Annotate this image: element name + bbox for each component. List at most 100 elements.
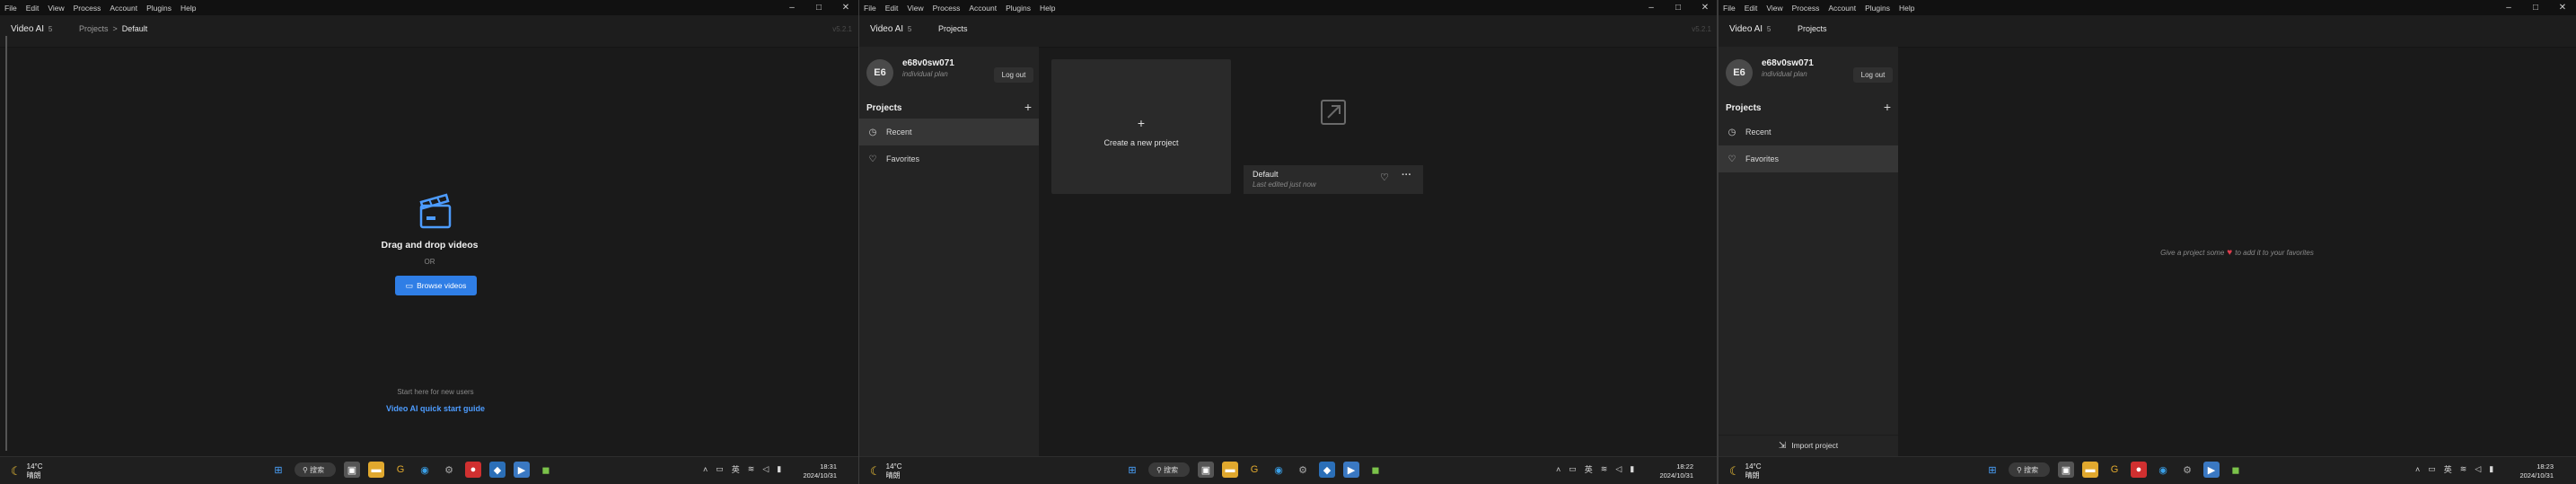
project-thumbnail[interactable] <box>1244 59 1423 165</box>
input-icon[interactable]: 英 <box>1585 463 1593 475</box>
video-ai-icon[interactable]: ▶ <box>2203 462 2220 478</box>
input-icon[interactable]: 英 <box>732 463 740 475</box>
battery-icon[interactable]: ▮ <box>2489 464 2493 474</box>
import-project-button[interactable]: ⇲ Import project <box>1719 435 1898 455</box>
menu-file[interactable]: File <box>1719 4 1740 13</box>
minimize-button[interactable]: – <box>1638 0 1665 15</box>
edge-icon[interactable]: ◉ <box>1270 462 1287 478</box>
weather-widget[interactable]: ☾ 14°C 晴朗 <box>1729 462 1762 480</box>
avatar[interactable]: E6 <box>1726 59 1753 86</box>
add-project-icon[interactable]: + <box>1024 101 1032 113</box>
browse-videos-button[interactable]: ▭ Browse videos <box>395 276 477 295</box>
menu-help[interactable]: Help <box>1035 4 1059 13</box>
app-g-icon[interactable]: G <box>1246 462 1262 478</box>
menu-file[interactable]: File <box>0 4 22 13</box>
task-view-icon[interactable]: ▣ <box>344 462 360 478</box>
menu-account[interactable]: Account <box>105 4 142 13</box>
menu-process[interactable]: Process <box>1788 4 1824 13</box>
maximize-button[interactable]: □ <box>2522 0 2549 15</box>
project-name[interactable]: Default <box>1253 170 1279 179</box>
close-button[interactable]: ✕ <box>2549 0 2576 15</box>
menu-edit[interactable]: Edit <box>22 4 44 13</box>
menu-plugins[interactable]: Plugins <box>142 4 176 13</box>
chevron-up-icon[interactable]: ˄ <box>1556 465 1561 474</box>
settings-icon[interactable]: ⚙ <box>441 462 457 478</box>
monitor-icon[interactable]: ▭ <box>2428 464 2436 474</box>
minimize-button[interactable]: – <box>2495 0 2522 15</box>
wifi-icon[interactable]: ≋ <box>748 464 755 474</box>
video-ai-icon[interactable]: ▶ <box>514 462 530 478</box>
more-options-icon[interactable]: ··· <box>1402 170 1411 180</box>
logout-button[interactable]: Log out <box>994 67 1033 83</box>
edge-icon[interactable]: ◉ <box>417 462 433 478</box>
nav-projects[interactable]: Projects <box>938 24 968 33</box>
app-green-icon[interactable]: ◼ <box>2228 462 2244 478</box>
windows-start-icon[interactable]: ⊞ <box>1984 462 2000 478</box>
breadcrumb-projects[interactable]: Projects <box>79 24 109 33</box>
menu-view[interactable]: View <box>902 4 928 13</box>
project-card[interactable]: Default Last edited just now ♡ ··· <box>1244 59 1423 194</box>
menu-plugins[interactable]: Plugins <box>1001 4 1035 13</box>
app-g-icon[interactable]: G <box>392 462 409 478</box>
app-green-icon[interactable]: ◼ <box>1367 462 1384 478</box>
weather-widget[interactable]: ☾ 14°C 晴朗 <box>870 462 902 480</box>
settings-icon[interactable]: ⚙ <box>1295 462 1311 478</box>
app-blue-icon[interactable]: ◆ <box>489 462 506 478</box>
weather-widget[interactable]: ☾ 14°C 晴朗 <box>11 462 43 480</box>
taskbar-search[interactable]: ⚲ 搜索 <box>295 462 336 477</box>
chevron-up-icon[interactable]: ˄ <box>2415 465 2420 474</box>
taskbar-search[interactable]: ⚲ 搜索 <box>2009 462 2050 477</box>
menu-file[interactable]: File <box>859 4 881 13</box>
monitor-icon[interactable]: ▭ <box>716 464 724 474</box>
app-red-icon[interactable]: ● <box>465 462 481 478</box>
video-ai-icon[interactable]: ▶ <box>1343 462 1359 478</box>
clock[interactable]: 18:22 2024/10/31 <box>1647 462 1693 480</box>
menu-help[interactable]: Help <box>1895 4 1919 13</box>
clock[interactable]: 18:31 2024/10/31 <box>790 462 837 480</box>
create-project-card[interactable]: + Create a new project <box>1051 59 1231 194</box>
windows-start-icon[interactable]: ⊞ <box>1124 462 1140 478</box>
maximize-button[interactable]: □ <box>1665 0 1692 15</box>
menu-view[interactable]: View <box>1762 4 1787 13</box>
clock[interactable]: 18:23 2024/10/31 <box>2507 462 2554 480</box>
menu-process[interactable]: Process <box>928 4 965 13</box>
app-logo[interactable]: Video AI 5 <box>11 24 52 34</box>
windows-start-icon[interactable]: ⊞ <box>270 462 286 478</box>
app-blue-icon[interactable]: ◆ <box>1319 462 1335 478</box>
battery-icon[interactable]: ▮ <box>777 464 781 474</box>
app-logo[interactable]: Video AI 5 <box>870 24 911 34</box>
menu-account[interactable]: Account <box>1824 4 1860 13</box>
sidebar-item-recent[interactable]: ◷ Recent <box>859 119 1039 145</box>
sidebar-item-recent[interactable]: ◷ Recent <box>1719 119 1898 145</box>
menu-edit[interactable]: Edit <box>881 4 903 13</box>
monitor-icon[interactable]: ▭ <box>1569 464 1577 474</box>
menu-edit[interactable]: Edit <box>1740 4 1763 13</box>
close-button[interactable]: ✕ <box>832 0 859 15</box>
logout-button[interactable]: Log out <box>1853 67 1893 83</box>
volume-icon[interactable]: ◁ <box>2475 464 2481 474</box>
app-red-icon[interactable]: ● <box>2131 462 2147 478</box>
menu-help[interactable]: Help <box>176 4 200 13</box>
menu-account[interactable]: Account <box>964 4 1001 13</box>
minimize-button[interactable]: – <box>778 0 805 15</box>
battery-icon[interactable]: ▮ <box>1630 464 1634 474</box>
wifi-icon[interactable]: ≋ <box>1601 464 1608 474</box>
volume-icon[interactable]: ◁ <box>762 464 769 474</box>
quick-start-guide-link[interactable]: Video AI quick start guide <box>0 404 859 413</box>
app-g-icon[interactable]: G <box>2106 462 2123 478</box>
chevron-up-icon[interactable]: ˄ <box>703 465 708 474</box>
taskbar-search[interactable]: ⚲ 搜索 <box>1148 462 1190 477</box>
close-button[interactable]: ✕ <box>1692 0 1719 15</box>
menu-plugins[interactable]: Plugins <box>1860 4 1895 13</box>
app-green-icon[interactable]: ◼ <box>538 462 554 478</box>
menu-process[interactable]: Process <box>69 4 106 13</box>
maximize-button[interactable]: □ <box>805 0 832 15</box>
edge-icon[interactable]: ◉ <box>2155 462 2171 478</box>
wifi-icon[interactable]: ≋ <box>2460 464 2467 474</box>
menu-view[interactable]: View <box>43 4 68 13</box>
input-icon[interactable]: 英 <box>2444 463 2452 475</box>
nav-projects[interactable]: Projects <box>1798 24 1827 33</box>
task-view-icon[interactable]: ▣ <box>1198 462 1214 478</box>
add-project-icon[interactable]: + <box>1884 101 1891 113</box>
favorite-heart-icon[interactable]: ♡ <box>1380 172 1389 183</box>
